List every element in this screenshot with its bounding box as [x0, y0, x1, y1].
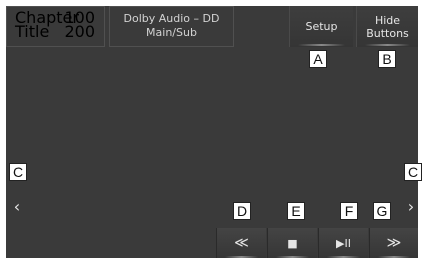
dvd-screen: Chapter 100 Title 200 Dolby Audio – DD M… — [6, 6, 418, 258]
rewind-button[interactable]: ≪ — [216, 228, 266, 258]
stop-icon: ■ — [287, 237, 298, 250]
fast-forward-button[interactable]: ≫ — [369, 228, 418, 258]
callout-b: B — [378, 50, 396, 68]
callout-a: A — [309, 50, 327, 68]
callout-c-right: C — [404, 163, 422, 181]
fast-forward-icon: ≫ — [386, 235, 402, 251]
title-label: Title — [15, 22, 50, 41]
title-row: Title 200 — [15, 22, 101, 41]
next-arrow-icon[interactable]: › — [404, 196, 418, 218]
audio-channel: Main/Sub — [146, 26, 197, 39]
callout-c-left: C — [9, 163, 27, 181]
play-pause-button[interactable]: ▶II — [318, 228, 368, 258]
callout-d: D — [233, 202, 251, 220]
audio-panel: Dolby Audio – DD Main/Sub — [109, 6, 234, 47]
hide-buttons-button[interactable]: Hide Buttons — [356, 6, 418, 47]
callout-e: E — [287, 202, 305, 220]
play-pause-icon: ▶II — [336, 237, 351, 250]
setup-label: Setup — [305, 20, 338, 33]
rewind-icon: ≪ — [234, 235, 249, 251]
hide-label-line2: Buttons — [366, 27, 409, 40]
setup-button[interactable]: Setup — [289, 6, 353, 47]
hide-label-line1: Hide — [374, 14, 401, 27]
title-value: 200 — [64, 22, 95, 41]
stop-button[interactable]: ■ — [267, 228, 317, 258]
chapter-title-panel: Chapter 100 Title 200 — [6, 6, 105, 47]
previous-arrow-icon[interactable]: ‹ — [10, 196, 24, 218]
playback-controls: ≪ ■ ▶II ≫ — [216, 228, 418, 258]
callout-f: F — [340, 202, 358, 220]
callout-g: G — [373, 202, 391, 220]
audio-format: Dolby Audio – DD — [123, 12, 220, 25]
